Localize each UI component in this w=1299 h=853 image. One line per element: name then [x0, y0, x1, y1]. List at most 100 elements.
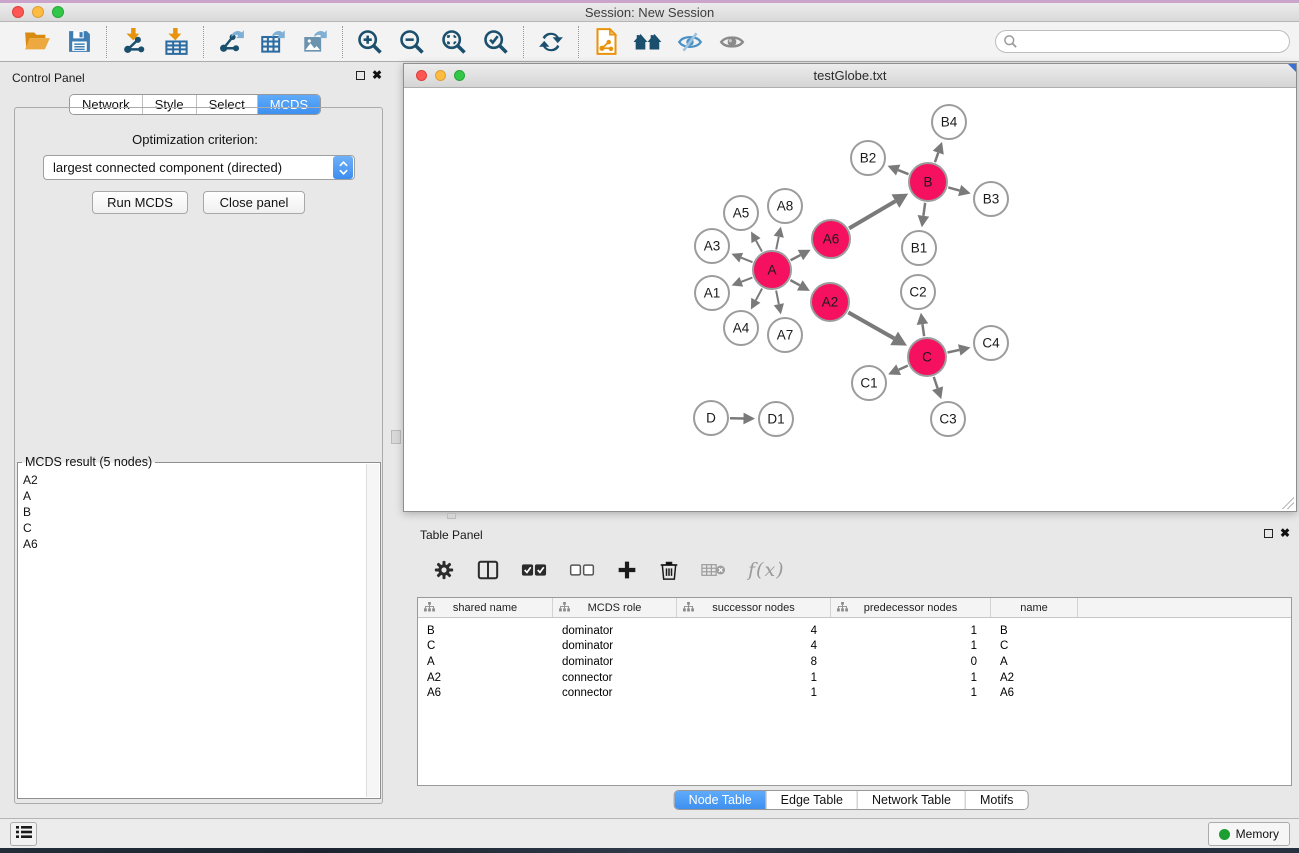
split-divider-handle[interactable]	[391, 430, 401, 444]
graph-node-label: A5	[733, 206, 750, 221]
float-panel-icon[interactable]	[356, 71, 365, 80]
graph-edge-A-A1[interactable]	[741, 278, 752, 282]
run-mcds-button[interactable]: Run MCDS	[92, 191, 188, 214]
search-field	[995, 30, 1290, 53]
export-network-icon[interactable]	[216, 27, 246, 57]
zoom-selected-icon[interactable]	[481, 27, 511, 57]
graph-edge-A-A8[interactable]	[776, 237, 779, 250]
memory-button[interactable]: Memory	[1208, 822, 1290, 846]
open-file-icon[interactable]	[22, 27, 52, 57]
list-icon	[16, 825, 32, 844]
hide-details-icon[interactable]	[675, 27, 705, 57]
cell-MCDS-role: connector	[553, 687, 677, 699]
import-table-icon[interactable]	[161, 27, 191, 57]
graph-node-label: B1	[911, 241, 928, 256]
table-header-row: shared name MCDS rolesuccessor nodesprede…	[418, 598, 1291, 618]
node-table[interactable]: shared name MCDS rolesuccessor nodesprede…	[417, 597, 1292, 786]
zoom-fit-icon[interactable]	[439, 27, 469, 57]
close-panel-icon[interactable]: ✖	[1280, 528, 1290, 538]
show-preview-icon[interactable]	[717, 27, 747, 57]
graph-edge-A6-B[interactable]	[849, 201, 895, 228]
graph-edge-C-C4[interactable]	[948, 350, 960, 353]
float-panel-icon[interactable]	[1264, 529, 1273, 538]
graph-edge-A-A5[interactable]	[756, 241, 762, 252]
app-title: Session: New Session	[0, 5, 1299, 20]
select-all-icon[interactable]	[521, 562, 547, 578]
zoom-in-icon[interactable]	[355, 27, 385, 57]
table-row[interactable]: A2connector11A2	[418, 670, 1291, 686]
graph-edge-A-A4[interactable]	[756, 289, 762, 301]
deselect-all-icon[interactable]	[569, 562, 595, 578]
add-column-icon[interactable]	[617, 560, 637, 580]
graph-edge-C-C3[interactable]	[934, 377, 938, 388]
graph-edge-B-B2[interactable]	[898, 170, 908, 174]
zoom-out-icon[interactable]	[397, 27, 427, 57]
graph-edge-A-A3[interactable]	[741, 258, 752, 263]
close-panel-icon[interactable]: ✖	[372, 70, 382, 80]
graph-edge-A-A2[interactable]	[790, 280, 799, 285]
tab-network-table[interactable]: Network Table	[857, 791, 965, 809]
column-header-name[interactable]: name	[991, 598, 1078, 617]
criterion-value: largest connected component (directed)	[44, 160, 333, 175]
table-row[interactable]: Adominator80A	[418, 654, 1291, 670]
column-label: shared name	[453, 602, 517, 614]
column-header-MCDS-role[interactable]: MCDS role	[553, 598, 677, 617]
cell-shared-name: A	[418, 656, 553, 668]
cell-MCDS-role: dominator	[553, 640, 677, 652]
mcds-result-scrollbar[interactable]	[366, 464, 379, 797]
cell-shared-name: B	[418, 625, 553, 637]
settings-gear-icon[interactable]	[433, 559, 455, 581]
save-session-icon[interactable]	[64, 27, 94, 57]
cell-name: A2	[991, 672, 1078, 684]
close-panel-button[interactable]: Close panel	[203, 191, 305, 214]
refresh-icon[interactable]	[536, 27, 566, 57]
criterion-dropdown[interactable]: largest connected component (directed)	[43, 155, 355, 180]
edge-arrowhead	[918, 215, 930, 227]
table-row[interactable]: Cdominator41C	[418, 639, 1291, 655]
table-row[interactable]: A6connector11A6	[418, 685, 1291, 701]
delete-column-icon[interactable]	[659, 559, 679, 581]
graph-edge-A-A7[interactable]	[776, 291, 779, 305]
home-icon[interactable]	[633, 27, 663, 57]
graph-edge-C-C2[interactable]	[922, 324, 924, 336]
network-file-icon[interactable]	[591, 27, 621, 57]
status-bar: Memory	[0, 818, 1299, 848]
mcds-result-item[interactable]: B	[23, 504, 365, 520]
graph-edge-B-B4[interactable]	[935, 153, 938, 163]
resize-grip-icon[interactable]	[1282, 497, 1294, 509]
column-header-shared-name[interactable]: shared name	[418, 598, 553, 617]
network-canvas[interactable]: B4B2BB3A5A8A6B1A3AC2A1A2A4A7C4CC1C3DD1	[404, 88, 1296, 511]
mcds-result-item[interactable]: A2	[23, 472, 365, 488]
cell-predecessor-nodes: 1	[831, 687, 991, 699]
tab-node-table[interactable]: Node Table	[675, 791, 766, 809]
graph-edge-B-B1[interactable]	[923, 203, 925, 216]
cell-shared-name: A6	[418, 687, 553, 699]
export-table-icon[interactable]	[258, 27, 288, 57]
app-titlebar: Session: New Session	[0, 3, 1299, 22]
search-input[interactable]	[995, 30, 1290, 53]
task-history-button[interactable]	[10, 822, 37, 846]
network-graph[interactable]: B4B2BB3A5A8A6B1A3AC2A1A2A4A7C4CC1C3DD1	[404, 88, 1296, 511]
graph-edge-B-B3[interactable]	[948, 187, 959, 190]
split-divider-handle[interactable]	[447, 513, 456, 519]
mcds-result-title: MCDS result (5 nodes)	[22, 455, 155, 469]
column-type-icon	[424, 602, 435, 615]
column-header-predecessor-nodes[interactable]: predecessor nodes	[831, 598, 991, 617]
table-row[interactable]: Bdominator41B	[418, 623, 1291, 639]
control-panel: Control Panel ✖ NetworkStyleSelectMCDS O…	[0, 62, 390, 818]
tab-edge-table[interactable]: Edge Table	[766, 791, 857, 809]
mcds-result-item[interactable]: C	[23, 520, 365, 536]
mcds-result-item[interactable]: A6	[23, 536, 365, 552]
network-window-titlebar[interactable]: testGlobe.txt	[404, 64, 1296, 88]
export-image-icon[interactable]	[300, 27, 330, 57]
toggle-panel-icon[interactable]	[477, 559, 499, 581]
mcds-result-item[interactable]: A	[23, 488, 365, 504]
graph-edge-C-C1[interactable]	[899, 366, 908, 370]
cell-name: A	[991, 656, 1078, 668]
graph-edge-A2-C[interactable]	[848, 312, 894, 338]
column-header-successor-nodes[interactable]: successor nodes	[677, 598, 831, 617]
graph-edge-A-A6[interactable]	[791, 255, 801, 260]
import-network-icon[interactable]	[119, 27, 149, 57]
tab-motifs[interactable]: Motifs	[965, 791, 1027, 809]
graph-node-label: B	[923, 175, 932, 190]
